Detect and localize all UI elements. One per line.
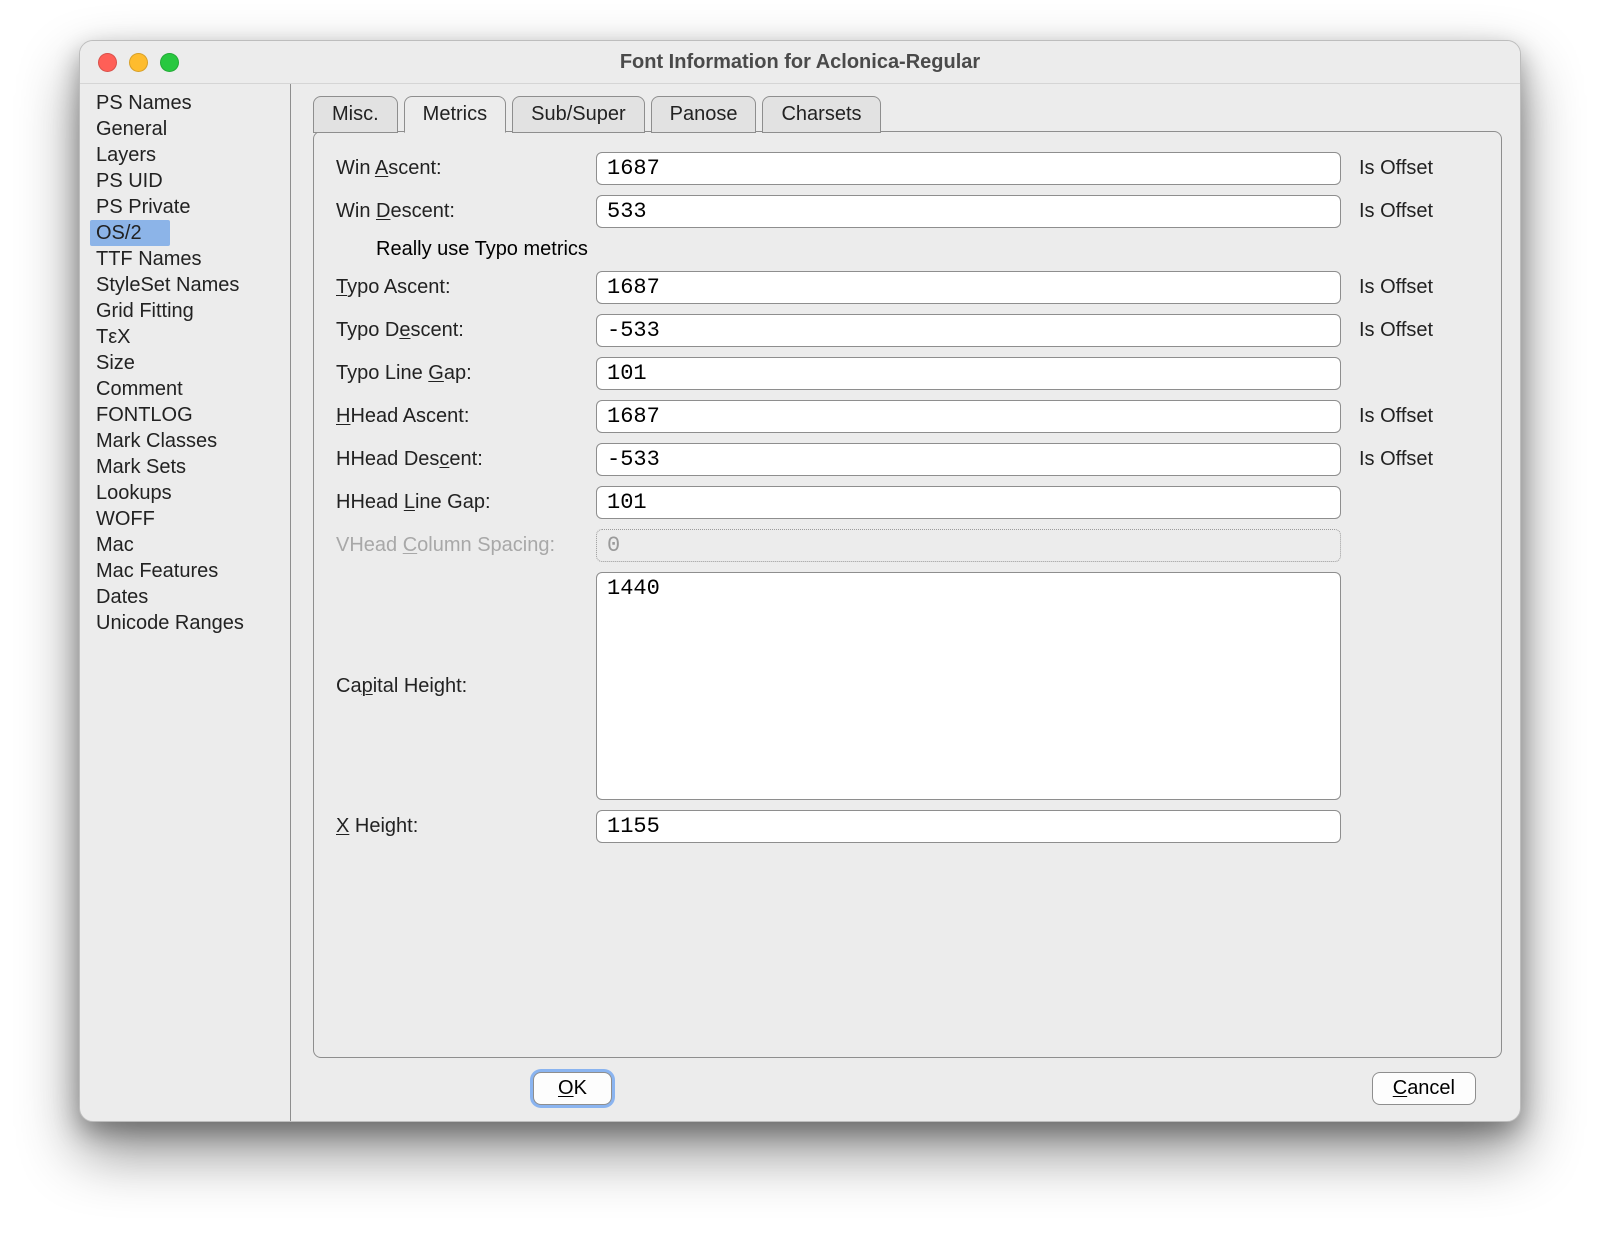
win-ascent-label: Win Ascent: [336, 157, 596, 180]
typo-ascent-field[interactable] [596, 271, 1341, 304]
sidebar-item-os-2[interactable]: OS/2 [90, 220, 170, 246]
really-use-typo-label[interactable]: Really use Typo metrics [336, 238, 1479, 261]
hhead-descent-label: HHead Descent: [336, 448, 596, 471]
titlebar: Font Information for Aclonica-Regular [80, 41, 1520, 84]
close-icon[interactable] [98, 53, 117, 72]
tab-misc-[interactable]: Misc. [313, 96, 398, 133]
font-info-window: Font Information for Aclonica-Regular PS… [79, 40, 1521, 1122]
win-descent-label: Win Descent: [336, 200, 596, 223]
sidebar-item-unicode-ranges[interactable]: Unicode Ranges [90, 610, 290, 636]
sidebar-item-lookups[interactable]: Lookups [90, 480, 290, 506]
metrics-panel: Win Ascent: Is Offset Win Descent: Is Of… [313, 131, 1502, 1058]
typo-descent-label: Typo Descent: [336, 319, 596, 342]
sidebar-item-ttf-names[interactable]: TTF Names [90, 246, 290, 272]
capital-height-label: Capital Height: [336, 675, 596, 698]
sidebar-item-general[interactable]: General [90, 116, 290, 142]
sidebar-item-styleset-names[interactable]: StyleSet Names [90, 272, 290, 298]
hhead-ascent-offset-label[interactable]: Is Offset [1341, 405, 1479, 428]
x-height-field[interactable] [596, 810, 1341, 843]
sidebar-item-mac[interactable]: Mac [90, 532, 290, 558]
tab-panose[interactable]: Panose [651, 96, 757, 133]
tab-sub-super[interactable]: Sub/Super [512, 96, 645, 133]
typo-ascent-offset-label[interactable]: Is Offset [1341, 276, 1479, 299]
capital-height-field[interactable] [596, 572, 1341, 800]
win-ascent-offset-label[interactable]: Is Offset [1341, 157, 1479, 180]
tab-charsets[interactable]: Charsets [762, 96, 880, 133]
sidebar-item-dates[interactable]: Dates [90, 584, 290, 610]
sidebar-item-mark-sets[interactable]: Mark Sets [90, 454, 290, 480]
hhead-descent-offset-label[interactable]: Is Offset [1341, 448, 1479, 471]
vhead-colspacing-label: VHead Column Spacing: [336, 534, 596, 557]
typo-linegap-label: Typo Line Gap: [336, 362, 596, 385]
x-height-label: X Height: [336, 815, 596, 838]
vhead-colspacing-field [596, 529, 1341, 562]
tab-metrics[interactable]: Metrics [404, 96, 506, 133]
hhead-ascent-field[interactable] [596, 400, 1341, 433]
cancel-button[interactable]: CancelCancel [1372, 1072, 1476, 1105]
sidebar-item-ps-private[interactable]: PS Private [90, 194, 290, 220]
ok-button[interactable]: OOKK [533, 1072, 612, 1105]
sidebar-item-mark-classes[interactable]: Mark Classes [90, 428, 290, 454]
typo-descent-offset-label[interactable]: Is Offset [1341, 319, 1479, 342]
sidebar-item-layers[interactable]: Layers [90, 142, 290, 168]
typo-descent-field[interactable] [596, 314, 1341, 347]
typo-linegap-field[interactable] [596, 357, 1341, 390]
sidebar-item-grid-fitting[interactable]: Grid Fitting [90, 298, 290, 324]
tab-bar: Misc.MetricsSub/SuperPanoseCharsets [313, 92, 1502, 132]
hhead-ascent-label: HHead Ascent: [336, 405, 596, 428]
hhead-linegap-field[interactable] [596, 486, 1341, 519]
sidebar-item-woff[interactable]: WOFF [90, 506, 290, 532]
hhead-descent-field[interactable] [596, 443, 1341, 476]
zoom-icon[interactable] [160, 53, 179, 72]
typo-ascent-label: Typo Ascent: [336, 276, 596, 299]
sidebar-item-size[interactable]: Size [90, 350, 290, 376]
sidebar-item-ps-names[interactable]: PS Names [90, 90, 290, 116]
sidebar-item-ps-uid[interactable]: PS UID [90, 168, 290, 194]
sidebar-item-t-x[interactable]: TεX [90, 324, 290, 350]
minimize-icon[interactable] [129, 53, 148, 72]
sidebar-item-comment[interactable]: Comment [90, 376, 290, 402]
hhead-linegap-label: HHead Line Gap: [336, 491, 596, 514]
win-descent-field[interactable] [596, 195, 1341, 228]
win-descent-offset-label[interactable]: Is Offset [1341, 200, 1479, 223]
category-sidebar: PS NamesGeneralLayersPS UIDPS PrivateOS/… [80, 84, 291, 1121]
sidebar-item-mac-features[interactable]: Mac Features [90, 558, 290, 584]
sidebar-item-fontlog[interactable]: FONTLOG [90, 402, 290, 428]
window-title: Font Information for Aclonica-Regular [620, 51, 980, 74]
win-ascent-field[interactable] [596, 152, 1341, 185]
